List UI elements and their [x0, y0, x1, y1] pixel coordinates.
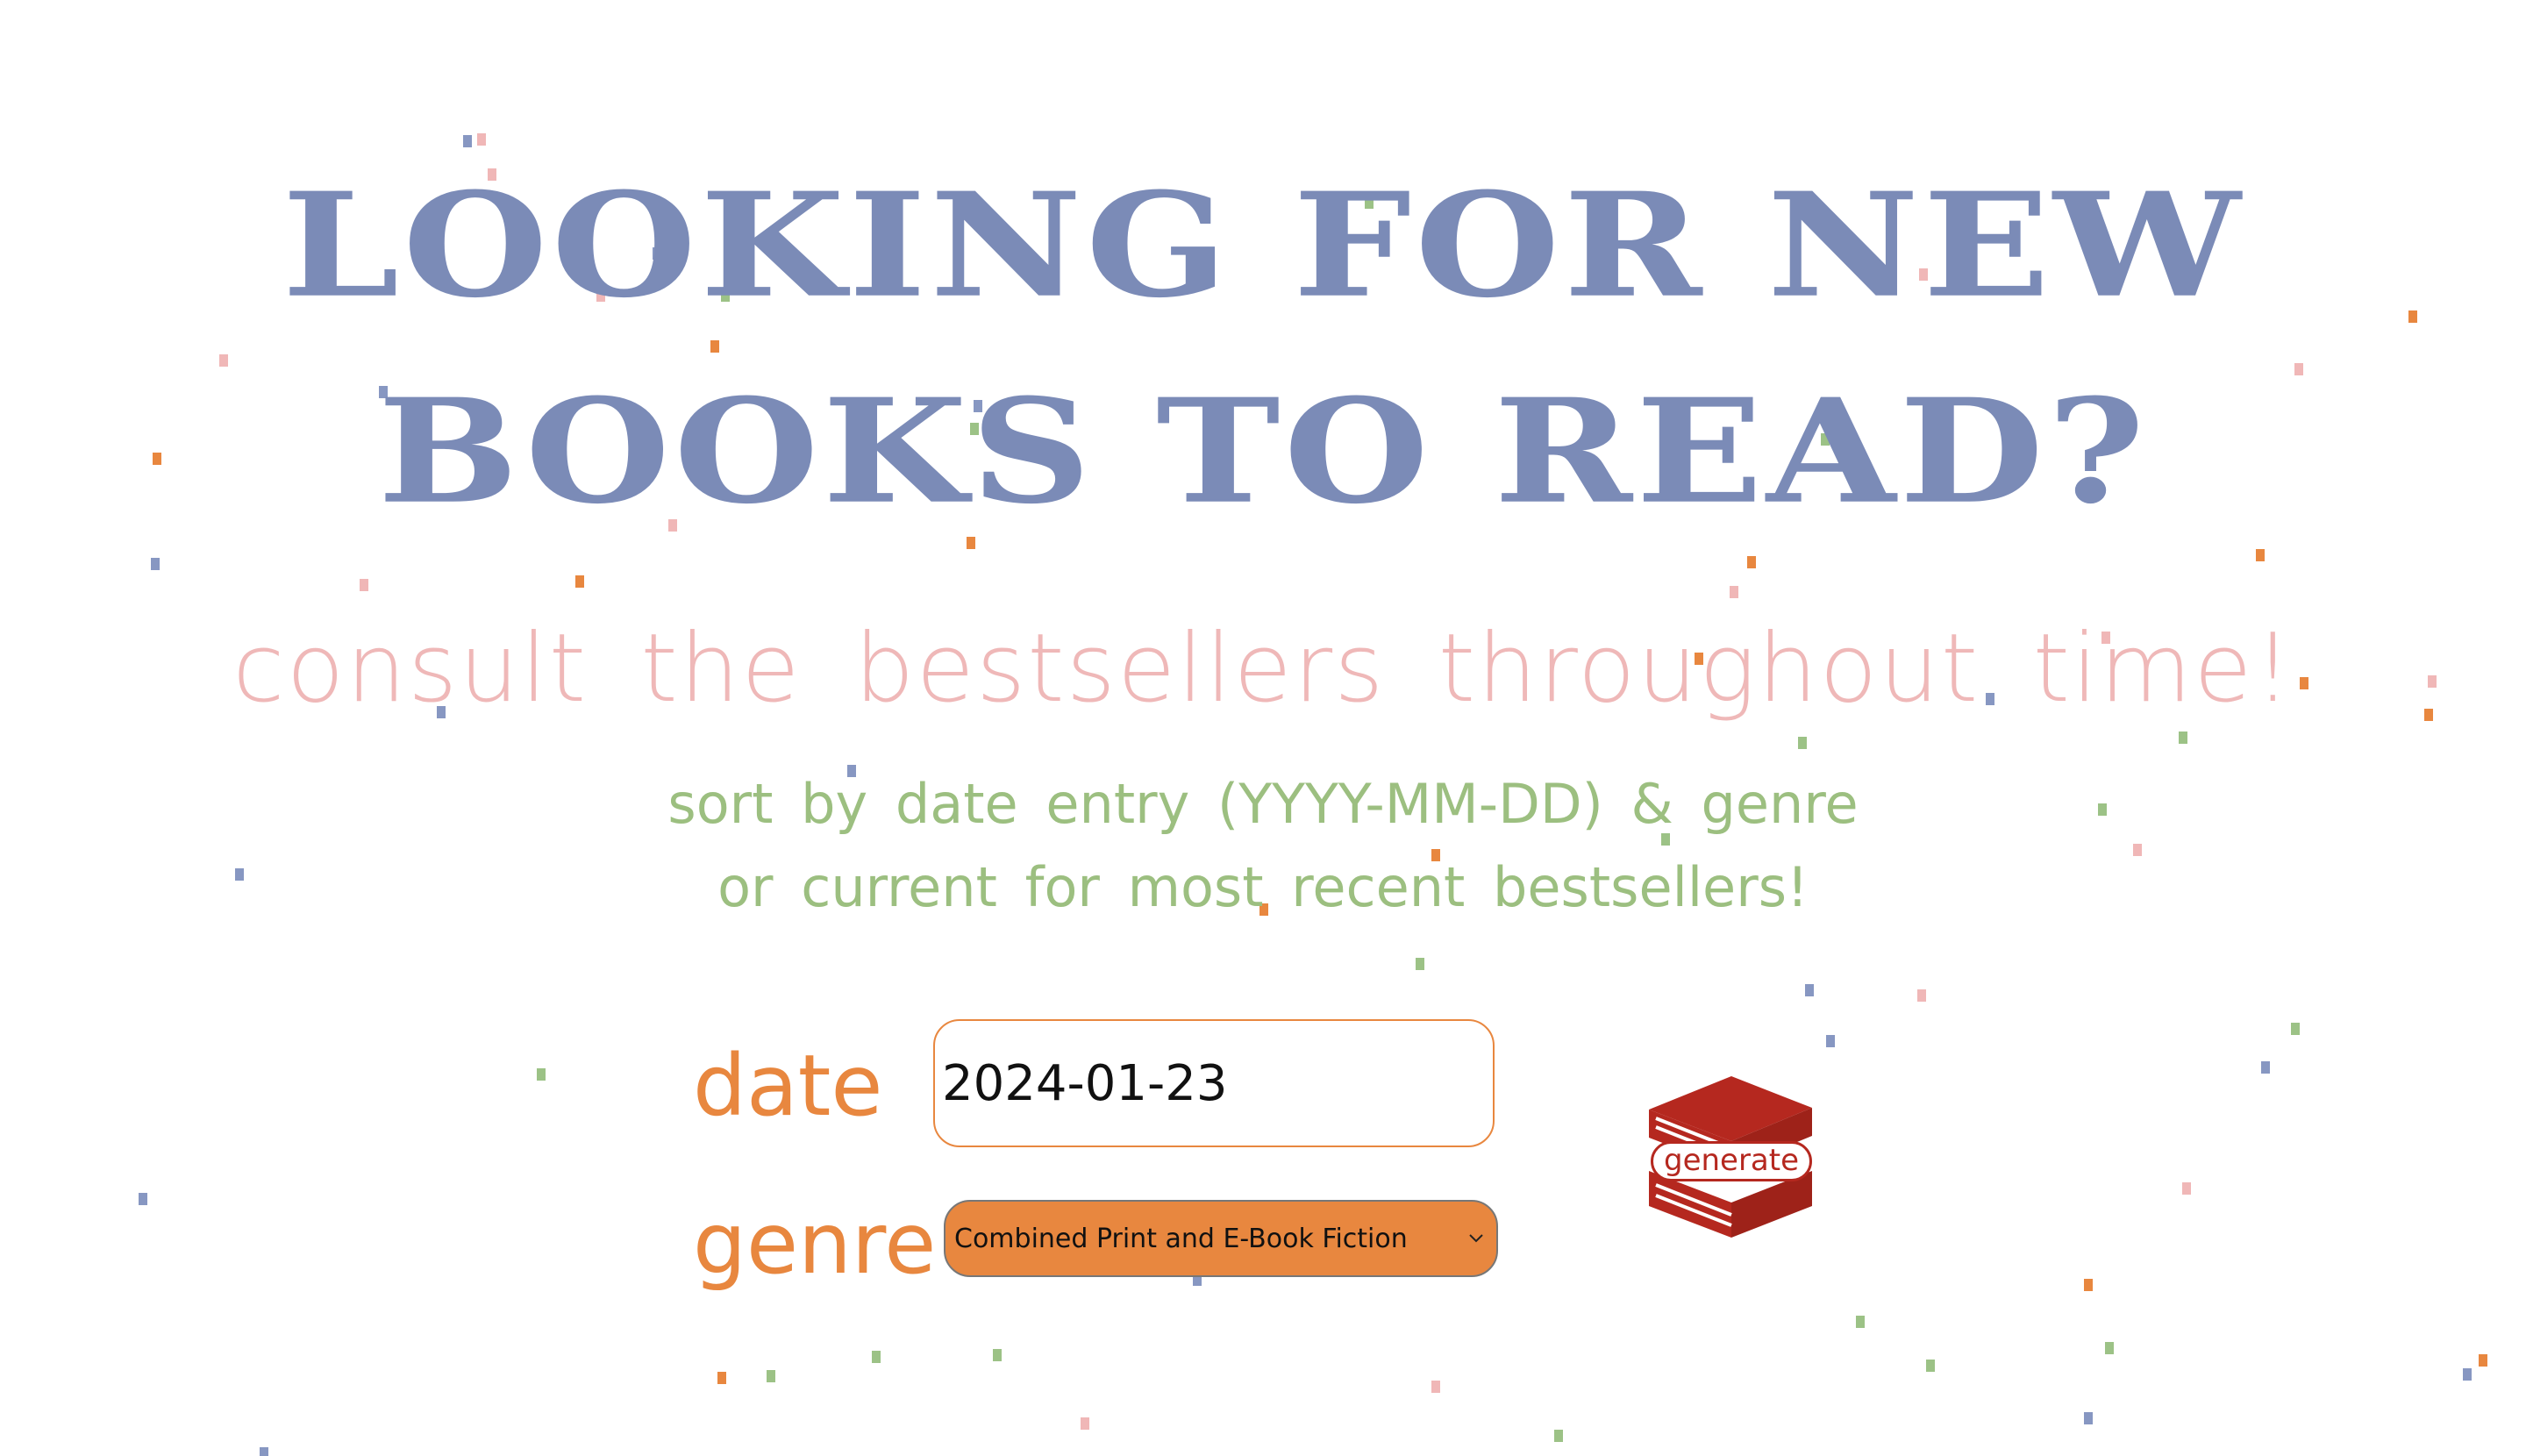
instructions-line-1: sort by date entry (YYYY-MM-DD) & genre	[667, 772, 1859, 836]
headline-line-2: BOOKS TO READ?	[377, 367, 2149, 536]
subtitle: consult the bestsellers throughout time!	[232, 614, 2294, 724]
instructions-line-2: or current for most recent bestsellers!	[717, 855, 1809, 919]
genre-select-value: Combined Print and E-Book Fiction	[954, 1223, 1408, 1254]
headline-line-1: LOOKING FOR NEW	[282, 161, 2244, 330]
date-input[interactable]: 2024-01-23	[933, 1019, 1495, 1147]
generate-button[interactable]: generate	[1644, 1074, 1819, 1241]
genre-label: genre	[693, 1195, 937, 1293]
date-label: date	[693, 1037, 883, 1135]
page: LOOKING FOR NEW BOOKS TO READ? consult t…	[0, 0, 2526, 1456]
generate-label: generate	[1651, 1141, 1812, 1181]
genre-select[interactable]: Combined Print and E-Book Fiction	[944, 1200, 1498, 1277]
date-input-value: 2024-01-23	[942, 1054, 1228, 1112]
chevron-down-icon	[1465, 1227, 1488, 1250]
